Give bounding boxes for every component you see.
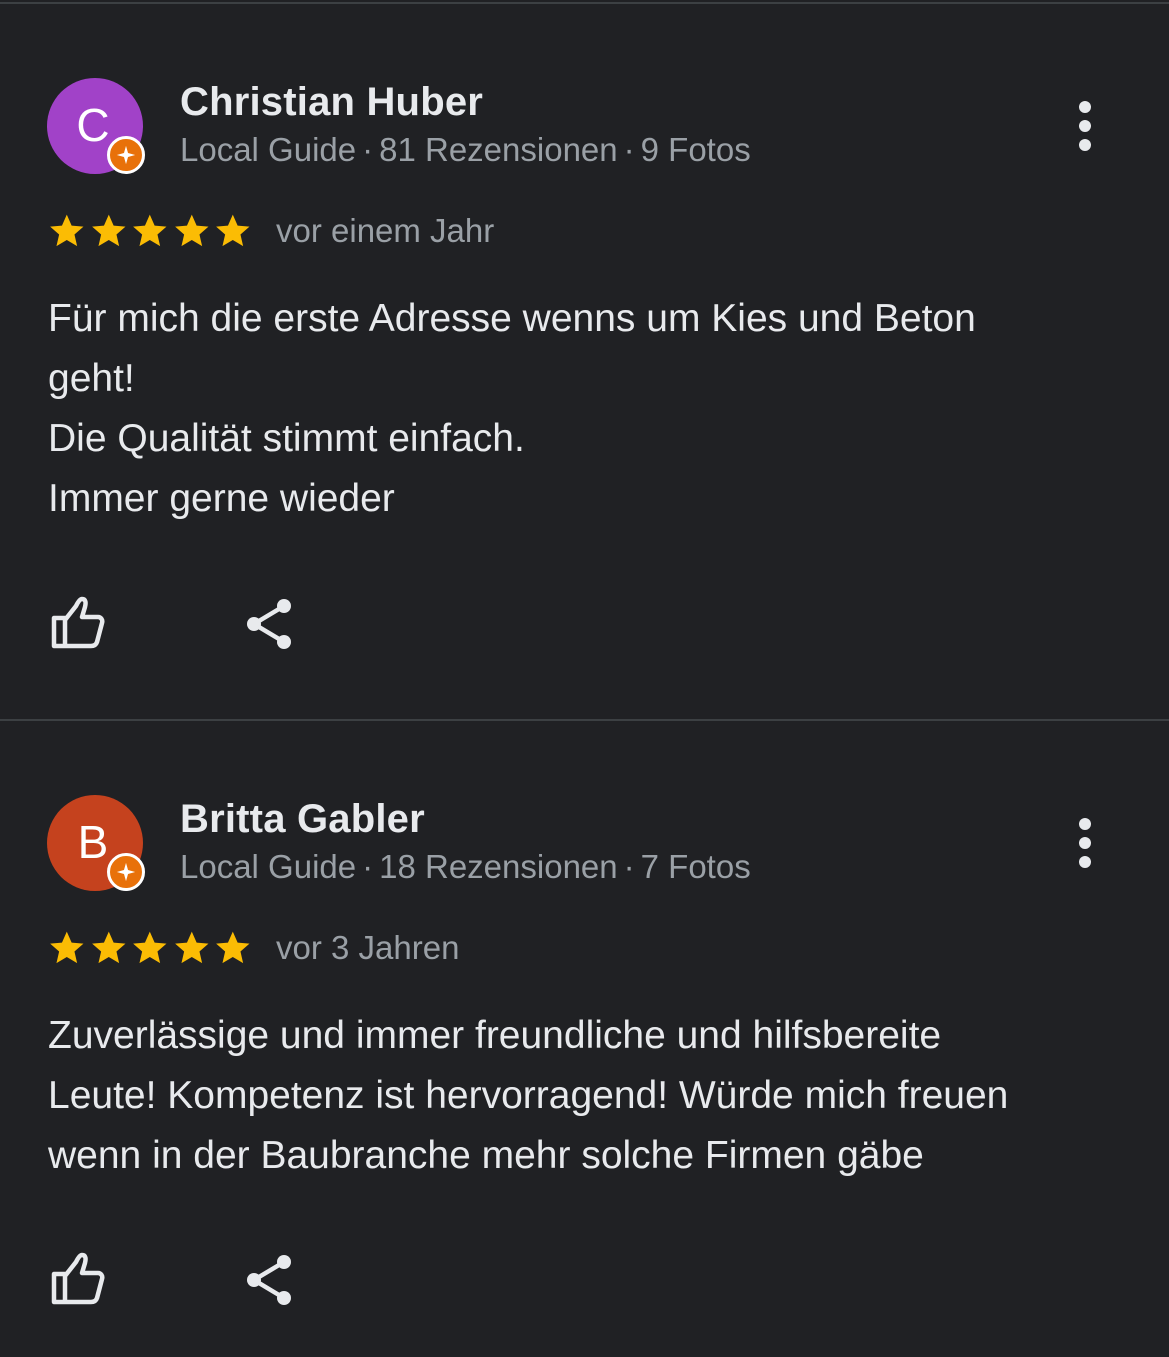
separator: · (362, 848, 374, 885)
like-button[interactable] (48, 593, 108, 653)
review-divider (0, 719, 1169, 721)
reviewer-meta: Local Guide · 18 Rezensionen · 7 Fotos (180, 848, 751, 886)
star-icon (46, 928, 88, 968)
share-button[interactable] (240, 1250, 300, 1310)
review-text-line: Für mich die erste Adresse wenns um Kies… (48, 297, 976, 340)
star-icon (46, 211, 88, 251)
star-icon (129, 211, 171, 251)
local-guide-label: Local Guide (180, 848, 357, 885)
share-icon (240, 594, 300, 654)
star-rating (46, 211, 254, 251)
review-date: vor einem Jahr (276, 212, 495, 249)
more-options-icon[interactable] (1062, 96, 1108, 156)
reviewer-name[interactable]: Britta Gabler (180, 797, 425, 842)
review-text: Für mich die erste Adresse wenns um Kies… (48, 289, 1128, 529)
share-button[interactable] (240, 594, 300, 654)
share-icon (240, 1250, 300, 1310)
separator: · (623, 131, 635, 168)
star-icon (212, 211, 254, 251)
photos-count: 7 Fotos (640, 848, 751, 885)
separator: · (623, 848, 635, 885)
more-options-icon[interactable] (1062, 813, 1108, 873)
local-guide-badge-icon (107, 136, 145, 174)
separator: · (362, 131, 374, 168)
review-text: Zuverlässige und immer freundliche und h… (48, 1006, 1128, 1186)
review-text-line: Zuverlässige und immer freundliche und h… (48, 1014, 942, 1057)
star-icon (171, 211, 213, 251)
local-guide-label: Local Guide (180, 131, 357, 168)
thumbs-up-icon (48, 593, 108, 653)
avatar-letter: C (76, 99, 110, 151)
star-icon (88, 211, 130, 251)
reviews-count: 18 Rezensionen (379, 848, 618, 885)
top-divider (0, 2, 1169, 4)
like-button[interactable] (48, 1249, 108, 1309)
avatar[interactable]: C (47, 78, 145, 174)
reviewer-name[interactable]: Christian Huber (180, 80, 483, 125)
star-icon (129, 928, 171, 968)
review-text-line: geht! (48, 357, 135, 400)
review-date: vor 3 Jahren (276, 929, 460, 966)
avatar[interactable]: B (47, 795, 145, 891)
star-icon (171, 928, 213, 968)
reviewer-meta: Local Guide · 81 Rezensionen · 9 Fotos (180, 131, 751, 169)
review-text-line: Leute! Kompetenz ist hervorragend! Würde… (48, 1074, 1009, 1117)
thumbs-up-icon (48, 1249, 108, 1309)
star-icon (212, 928, 254, 968)
avatar-letter: B (77, 816, 109, 868)
photos-count: 9 Fotos (640, 131, 751, 168)
local-guide-badge-icon (107, 853, 145, 891)
star-rating (46, 928, 254, 968)
review-text-line: wenn in der Baubranche mehr solche Firme… (48, 1134, 924, 1177)
review-text-line: Immer gerne wieder (48, 477, 395, 520)
reviews-count: 81 Rezensionen (379, 131, 618, 168)
star-icon (88, 928, 130, 968)
review-text-line: Die Qualität stimmt einfach. (48, 417, 525, 460)
